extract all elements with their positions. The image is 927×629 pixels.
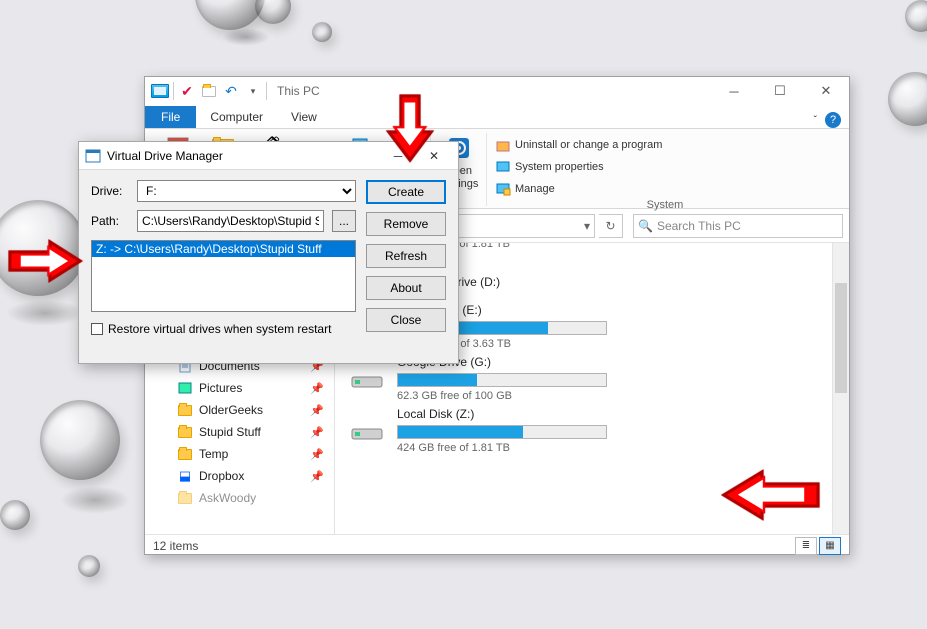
qat-dropdown-icon[interactable]: ▾ <box>242 80 264 102</box>
refresh-button[interactable]: ↻ <box>599 214 623 238</box>
manage-button[interactable]: Manage <box>495 179 555 199</box>
vdm-minimize-button[interactable]: ─ <box>380 142 416 170</box>
tab-file[interactable]: File <box>145 106 196 128</box>
pin-icon: 📌 <box>310 426 324 439</box>
tab-computer[interactable]: Computer <box>196 106 277 128</box>
view-tiles-button[interactable]: ▦ <box>819 537 841 555</box>
tree-item-temp[interactable]: Temp📌 <box>153 443 334 465</box>
checkbox-icon <box>91 323 103 335</box>
collapse-ribbon-icon[interactable]: ˇ <box>814 115 817 126</box>
tree-item-pictures[interactable]: Pictures📌 <box>153 377 334 399</box>
qat-new-folder-icon[interactable] <box>198 80 220 102</box>
close-button[interactable]: Close <box>366 308 446 332</box>
system-properties-button[interactable]: System properties <box>495 157 604 177</box>
refresh-button[interactable]: Refresh <box>366 244 446 268</box>
hdd-icon <box>347 359 387 395</box>
qat-properties-icon[interactable]: ✔ <box>176 80 198 102</box>
tab-view[interactable]: View <box>277 106 331 128</box>
pin-icon: 📌 <box>310 470 324 483</box>
explorer-icon[interactable] <box>149 80 171 102</box>
tree-item-askwoody[interactable]: AskWoody <box>153 487 334 509</box>
drive-select[interactable]: F: <box>137 180 356 202</box>
explorer-titlebar[interactable]: ✔ ↶ ▾ This PC ─ ☐ ✕ <box>145 77 849 105</box>
search-icon: 🔍 <box>638 219 653 233</box>
vdm-titlebar[interactable]: Virtual Drive Manager ─ ✕ <box>79 142 458 170</box>
ribbon-group-system-label: System <box>647 199 684 213</box>
pin-icon: 📌 <box>310 448 324 461</box>
window-title: This PC <box>277 84 320 98</box>
about-button[interactable]: About <box>366 276 446 300</box>
tree-item-oldergeeks[interactable]: OlderGeeks📌 <box>153 399 334 421</box>
minimize-button[interactable]: ─ <box>711 77 757 105</box>
path-label: Path: <box>91 214 129 228</box>
path-input[interactable] <box>137 210 324 232</box>
maximize-button[interactable]: ☐ <box>757 77 803 105</box>
quick-access-toolbar: ✔ ↶ ▾ <box>149 80 269 102</box>
vdm-title-text: Virtual Drive Manager <box>107 149 223 163</box>
mapping-entry-selected[interactable]: Z: -> C:\Users\Randy\Desktop\Stupid Stuf… <box>92 241 355 257</box>
pin-icon: 📌 <box>310 404 324 417</box>
close-button[interactable]: ✕ <box>803 77 849 105</box>
create-button[interactable]: Create <box>366 180 446 204</box>
drive-label: Drive: <box>91 184 129 198</box>
pin-icon: 📌 <box>310 382 324 395</box>
browse-button[interactable]: ... <box>332 210 356 232</box>
status-bar: 12 items ≣ ▦ <box>145 534 849 556</box>
item-count: 12 items <box>153 539 198 553</box>
remove-button[interactable]: Remove <box>366 212 446 236</box>
qat-undo-icon[interactable]: ↶ <box>220 80 242 102</box>
ribbon-tabs: File Computer View ˇ ? <box>145 105 849 129</box>
view-details-button[interactable]: ≣ <box>795 537 817 555</box>
vdm-close-button[interactable]: ✕ <box>416 142 452 170</box>
search-input[interactable]: 🔍 Search This PC <box>633 214 843 238</box>
vdm-app-icon <box>85 148 101 164</box>
restore-checkbox[interactable]: Restore virtual drives when system resta… <box>91 322 356 336</box>
help-icon[interactable]: ? <box>825 112 841 128</box>
drive-mapping-list[interactable]: Z: -> C:\Users\Randy\Desktop\Stupid Stuf… <box>91 240 356 312</box>
tree-item-dropbox[interactable]: ⬓Dropbox📌 <box>153 465 334 487</box>
tree-item-stupid-stuff[interactable]: Stupid Stuff📌 <box>153 421 334 443</box>
uninstall-program-button[interactable]: Uninstall or change a program <box>495 135 662 155</box>
hdd-icon <box>347 411 387 447</box>
virtual-drive-manager-dialog: Virtual Drive Manager ─ ✕ Drive: F: Path… <box>78 141 459 364</box>
drive-z[interactable]: Local Disk (Z:) 424 GB free of 1.81 TB <box>347 407 841 459</box>
vertical-scrollbar[interactable] <box>832 243 849 534</box>
